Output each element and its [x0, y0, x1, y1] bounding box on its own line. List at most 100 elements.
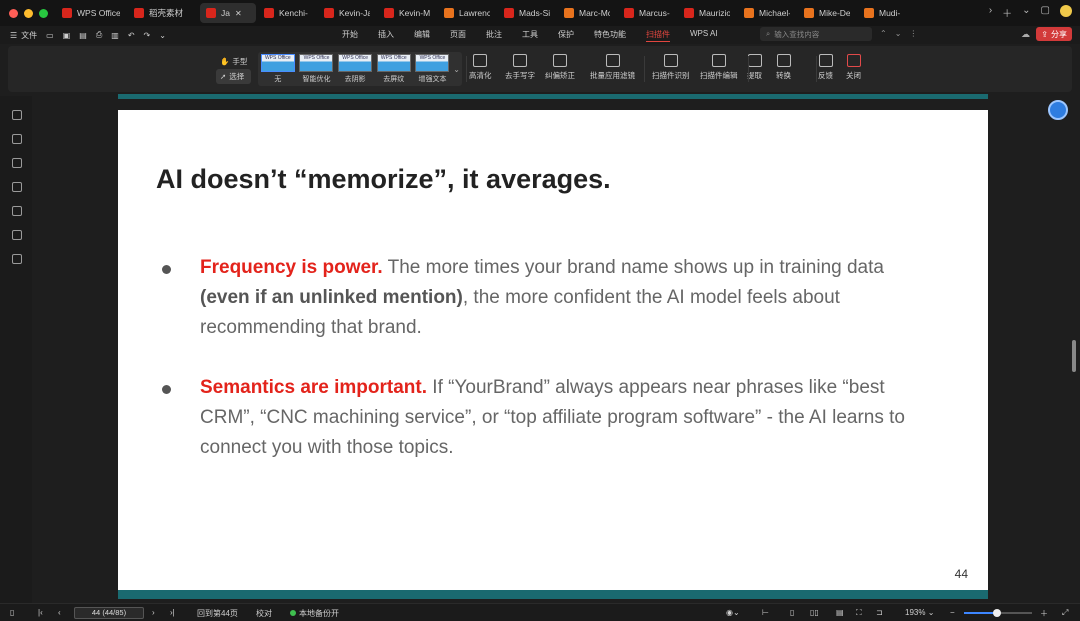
menu-item[interactable]: 插入 [378, 29, 394, 42]
zoom-slider-knob[interactable] [992, 609, 1001, 617]
zoom-slider[interactable] [964, 609, 1032, 617]
ribbon-button[interactable]: 去手写字 [505, 54, 535, 81]
translate-float-button[interactable] [1048, 100, 1068, 120]
zoom-window-button[interactable] [39, 8, 48, 18]
ribbon-button[interactable]: 扫描件识别 [652, 54, 690, 81]
menu-item[interactable]: 批注 [486, 29, 502, 42]
document-tab[interactable]: WPS Office [56, 3, 126, 23]
undo-icon[interactable]: ↶ [128, 31, 135, 40]
read-mode-icon[interactable]: ⊐ [876, 608, 883, 617]
ribbon-button[interactable]: 批量应用滤镜 [590, 54, 635, 81]
tab-scroll-right-icon[interactable]: › [989, 5, 992, 20]
filter-option[interactable]: WPS Office 去阴影 [337, 54, 373, 84]
fullscreen-icon[interactable]: ⛶ [856, 608, 862, 618]
outline-icon[interactable] [12, 110, 22, 120]
attachment-icon[interactable] [12, 206, 22, 216]
ribbon-button[interactable]: 扫描件编辑 [700, 54, 738, 81]
prev-page-icon[interactable]: ‹ [58, 608, 61, 617]
more-icon[interactable]: ⋮ [909, 29, 917, 38]
backup-status[interactable]: 本地备份开 [290, 608, 339, 619]
expand-icon[interactable]: ⤢ [1062, 608, 1068, 618]
continuous-icon[interactable]: ▤ [836, 608, 844, 617]
menu-item[interactable]: WPS AI [690, 29, 718, 42]
document-tab[interactable]: Mike-De [798, 3, 856, 23]
menu-item[interactable]: 特色功能 [594, 29, 626, 42]
pdf-page[interactable]: AI doesn’t “memorize”, it averages. Freq… [118, 110, 988, 599]
ribbon-button[interactable]: 转换 [776, 54, 791, 81]
redo-icon[interactable]: ↷ [144, 31, 151, 40]
fit-width-icon[interactable]: ⊢ [762, 608, 769, 617]
document-tab[interactable]: Michael- [738, 3, 796, 23]
ribbon-button[interactable]: 提取 [747, 54, 762, 81]
ribbon-button[interactable]: 关闭 [846, 54, 861, 81]
document-tab[interactable]: Mudi- [858, 3, 916, 23]
document-tab[interactable]: Marc-Mc [558, 3, 616, 23]
first-page-icon[interactable]: |‹ [38, 608, 43, 617]
minimize-window-button[interactable] [24, 8, 33, 18]
close-tab-icon[interactable]: ✕ [235, 9, 242, 18]
tab-label: Ja [221, 8, 230, 18]
document-tab[interactable]: Kevin-Ja [318, 3, 376, 23]
document-tab[interactable]: Maurizio [678, 3, 736, 23]
zoom-in-icon[interactable]: ＋ [1040, 608, 1048, 619]
search-box[interactable]: ⌕ 输入查找内容 [760, 27, 872, 41]
vertical-scrollbar[interactable] [1072, 340, 1076, 372]
quick-more-chevron-icon[interactable]: ⌄ [159, 31, 166, 40]
window-mode-icon[interactable]: ▢ [1041, 5, 1050, 20]
tab-list-chevron-icon[interactable]: ⌄ [1022, 5, 1030, 20]
close-window-button[interactable] [9, 8, 18, 18]
document-tab[interactable]: 稻壳素材 [128, 3, 198, 23]
document-tab[interactable]: Kevin-M [378, 3, 436, 23]
last-page-icon[interactable]: ›| [170, 608, 175, 617]
menu-item[interactable]: 编辑 [414, 29, 430, 42]
menu-item[interactable]: 工具 [522, 29, 538, 42]
menu-item[interactable]: 保护 [558, 29, 574, 42]
filter-option[interactable]: WPS Office 去屏纹 [376, 54, 412, 84]
menu-item[interactable]: 页面 [450, 29, 466, 42]
goto-page-link[interactable]: 回到第44页 [197, 608, 238, 619]
preview-icon[interactable]: ▥ [111, 31, 119, 40]
search-next-icon[interactable]: ⌄ [895, 29, 902, 38]
open-folder-icon[interactable]: ▭ [46, 31, 54, 40]
menu-hamburger-icon[interactable]: ☰ [10, 31, 17, 40]
document-tab[interactable]: Lawrenc [438, 3, 496, 23]
comment-icon[interactable] [12, 182, 22, 192]
filter-option[interactable]: WPS Office 增强文本 [415, 54, 451, 84]
menu-item[interactable]: 开始 [342, 29, 358, 42]
ribbon-button[interactable]: 高清化 [469, 54, 492, 81]
search-prev-icon[interactable]: ⌃ [880, 29, 887, 38]
select-tool[interactable]: ➚ 选择 [216, 69, 252, 84]
bookmark-icon[interactable] [12, 134, 22, 144]
page-number-input[interactable]: 44 (44/85) [74, 607, 144, 619]
single-page-icon[interactable]: ▯ [790, 608, 794, 617]
zoom-level[interactable]: 193% ⌄ [905, 608, 934, 617]
compare-icon[interactable] [12, 230, 22, 240]
layers-icon[interactable] [12, 254, 22, 264]
export-icon[interactable]: ▤ [79, 31, 87, 40]
eye-mode-icon[interactable]: ◉⌄ [726, 608, 740, 617]
menu-item[interactable]: 扫描件 [646, 29, 670, 42]
hand-tool[interactable]: ✋ 手型 [216, 54, 251, 69]
save-icon[interactable]: ▣ [63, 31, 71, 40]
file-menu[interactable]: 文件 [21, 30, 37, 41]
cloud-sync-icon[interactable]: ☁ [1021, 29, 1030, 40]
filter-option[interactable]: WPS Office 智能优化 [299, 54, 335, 84]
thumbnail-icon[interactable] [12, 158, 22, 168]
ribbon-button[interactable]: 反馈 [818, 54, 833, 81]
ribbon-button[interactable]: 纠偏矫正 [545, 54, 575, 81]
filter-option[interactable]: WPS Office 无 [260, 54, 296, 84]
next-page-icon[interactable]: › [152, 608, 155, 617]
document-tab[interactable]: Marcus- [618, 3, 676, 23]
print-icon[interactable]: ⎙ [96, 30, 102, 40]
user-avatar[interactable] [1060, 5, 1072, 17]
share-button[interactable]: ⇪ 分享 [1036, 27, 1072, 41]
filter-more-icon[interactable]: ⌄ [453, 65, 460, 74]
new-tab-icon[interactable]: ＋ [1002, 5, 1012, 20]
sidebar-toggle-icon[interactable]: ▯ [10, 608, 14, 617]
zoom-out-icon[interactable]: − [950, 608, 955, 617]
document-tab[interactable]: Kenchi- [258, 3, 316, 23]
double-page-icon[interactable]: ▯▯ [810, 608, 819, 617]
document-tab[interactable]: Mads-Si [498, 3, 556, 23]
proofread-button[interactable]: 校对 [256, 608, 272, 619]
document-tab[interactable]: Ja ✕ [200, 3, 256, 23]
